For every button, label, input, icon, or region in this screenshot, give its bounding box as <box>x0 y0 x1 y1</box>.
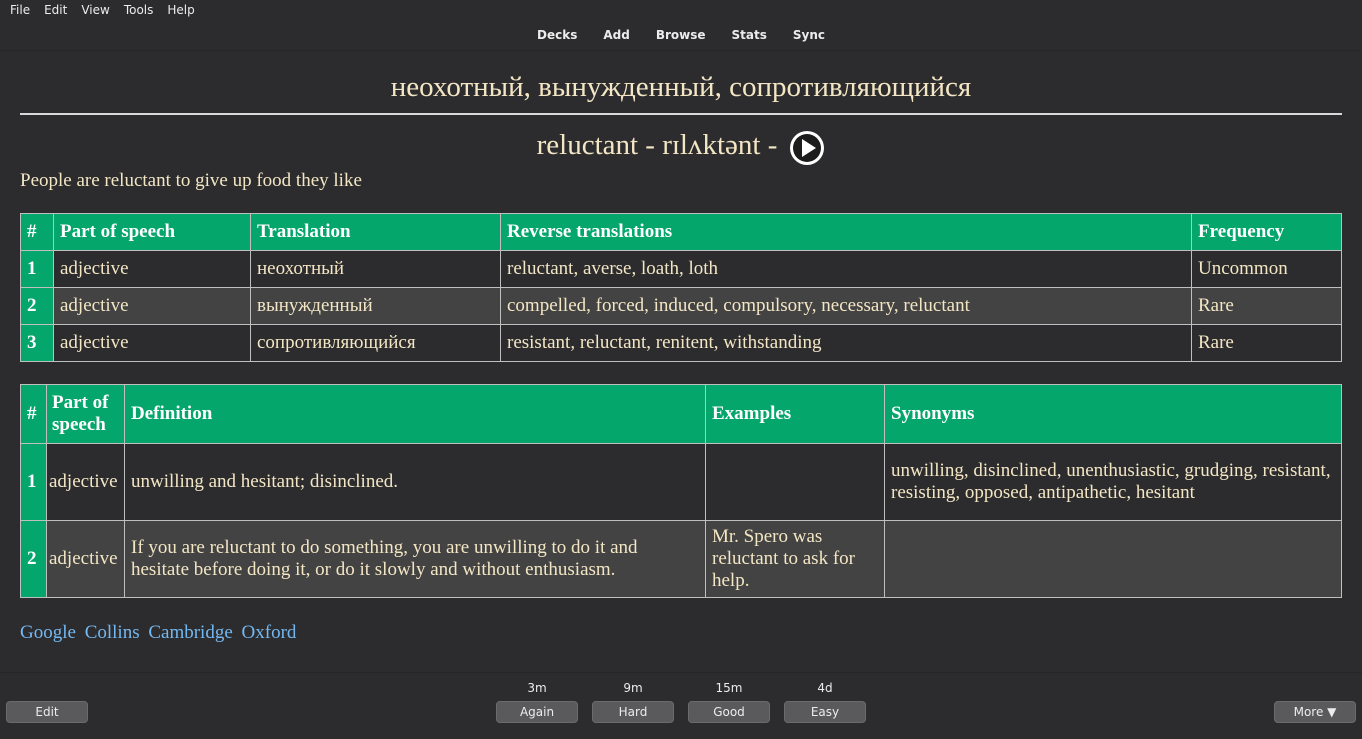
easy-interval: 4d <box>817 681 833 695</box>
word-line: reluctant - rɪlʌktənt - <box>20 127 1342 166</box>
row-number: 3 <box>20 324 54 362</box>
part-of-speech: adjective <box>53 324 251 362</box>
translations-table: # Part of speech Translation Reverse tra… <box>20 213 1342 362</box>
translation: вынужденный <box>250 287 501 325</box>
row-number: 1 <box>20 250 54 288</box>
table-row: 1 adjective unwilling and hesitant; disi… <box>20 443 1342 521</box>
table-row: 3 adjective сопротивляющийся resistant, … <box>20 324 1342 362</box>
table-row: 1 adjective неохотный reluctant, averse,… <box>20 250 1342 288</box>
link-google[interactable]: Google <box>20 622 76 643</box>
dictionary-links: Google Collins Cambridge Oxford <box>20 622 1342 644</box>
good-interval: 15m <box>715 681 743 695</box>
table-row: 2 adjective вынужденный compelled, force… <box>20 287 1342 325</box>
toolbar-stats[interactable]: Stats <box>732 28 767 42</box>
row-number: 2 <box>20 287 54 325</box>
reverse-translations: compelled, forced, induced, compulsory, … <box>500 287 1192 325</box>
table-header-row: # Part of speech Translation Reverse tra… <box>20 213 1342 251</box>
menu-view[interactable]: View <box>81 3 109 17</box>
toolbar-add[interactable]: Add <box>603 28 629 42</box>
column-header: # <box>20 384 47 444</box>
example-sentence: People are reluctant to give up food the… <box>20 170 362 191</box>
table-row: 2 adjective If you are reluctant to do s… <box>20 520 1342 598</box>
answer-divider <box>20 113 1342 115</box>
column-header: Examples <box>705 384 885 444</box>
card-content: неохотный, вынужденный, сопротивляющийся… <box>20 50 1342 672</box>
row-number: 1 <box>20 443 47 521</box>
frequency: Rare <box>1191 324 1342 362</box>
translation: сопротивляющийся <box>250 324 501 362</box>
definition: unwilling and hesitant; disinclined. <box>124 443 706 521</box>
column-header: Frequency <box>1191 213 1342 251</box>
column-header: Synonyms <box>884 384 1342 444</box>
hard-interval: 9m <box>623 681 643 695</box>
column-header: # <box>20 213 54 251</box>
column-header: Definition <box>124 384 706 444</box>
examples: Mr. Spero was reluctant to ask for help. <box>705 520 885 598</box>
again-button[interactable]: Again <box>496 701 578 723</box>
examples <box>705 443 885 521</box>
frequency: Uncommon <box>1191 250 1342 288</box>
link-cambridge[interactable]: Cambridge <box>148 622 232 643</box>
menu-help[interactable]: Help <box>167 3 194 17</box>
card-front-text: неохотный, вынужденный, сопротивляющийся <box>390 71 972 103</box>
column-header: Reverse translations <box>500 213 1192 251</box>
part-of-speech: adjective <box>46 443 125 521</box>
hard-button[interactable]: Hard <box>592 701 674 723</box>
definitions-table: # Part of speech Definition Examples Syn… <box>20 384 1342 598</box>
edit-button[interactable]: Edit <box>6 701 88 723</box>
table-header-row: # Part of speech Definition Examples Syn… <box>20 384 1342 444</box>
part-of-speech: adjective <box>53 250 251 288</box>
column-header: Part of speech <box>46 384 125 444</box>
translation: неохотный <box>250 250 501 288</box>
column-header: Translation <box>250 213 501 251</box>
toolbar: Decks Add Browse Stats Sync <box>0 20 1362 51</box>
good-button[interactable]: Good <box>688 701 770 723</box>
menu-bar: File Edit View Tools Help <box>0 0 1362 20</box>
word-pronunciation: reluctant - rɪlʌktənt - <box>536 129 778 161</box>
more-button[interactable]: More ▼ <box>1274 701 1356 723</box>
synonyms: unwilling, disinclined, unenthusiastic, … <box>884 443 1342 521</box>
frequency: Rare <box>1191 287 1342 325</box>
menu-tools[interactable]: Tools <box>124 3 154 17</box>
part-of-speech: adjective <box>53 287 251 325</box>
toolbar-decks[interactable]: Decks <box>537 28 577 42</box>
again-interval: 3m <box>527 681 547 695</box>
toolbar-sync[interactable]: Sync <box>793 28 825 42</box>
part-of-speech: adjective <box>46 520 125 598</box>
link-oxford[interactable]: Oxford <box>242 622 297 643</box>
reverse-translations: reluctant, averse, loath, loth <box>500 250 1192 288</box>
definition: If you are reluctant to do something, yo… <box>124 520 706 598</box>
menu-file[interactable]: File <box>10 3 30 17</box>
toolbar-browse[interactable]: Browse <box>656 28 706 42</box>
easy-button[interactable]: Easy <box>784 701 866 723</box>
synonyms <box>884 520 1342 598</box>
link-collins[interactable]: Collins <box>85 622 140 643</box>
row-number: 2 <box>20 520 47 598</box>
reverse-translations: resistant, reluctant, renitent, withstan… <box>500 324 1192 362</box>
review-bottom-bar: Edit 3m Again 9m Hard 15m Good 4d Easy M… <box>0 672 1362 739</box>
menu-edit[interactable]: Edit <box>44 3 67 17</box>
column-header: Part of speech <box>53 213 251 251</box>
play-audio-icon[interactable] <box>789 130 825 166</box>
